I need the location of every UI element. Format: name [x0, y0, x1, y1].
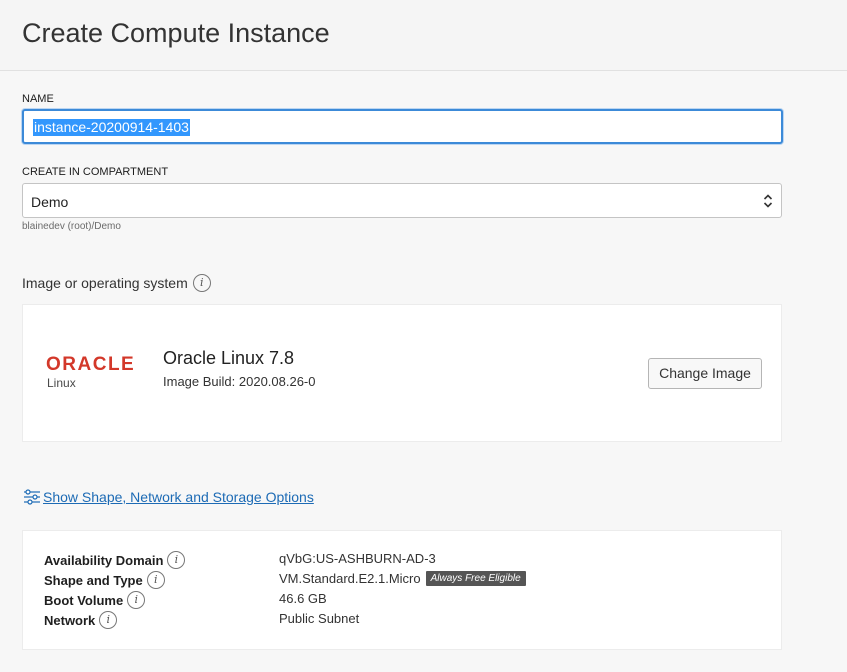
- show-options-label: Show Shape, Network and Storage Options: [43, 489, 314, 505]
- logo-brand: ORACLE: [46, 354, 136, 375]
- detail-label: Network: [44, 612, 96, 628]
- page-header: Create Compute Instance: [0, 0, 847, 71]
- detail-label: Boot Volume: [44, 592, 124, 608]
- detail-value: 46.6 GB: [279, 591, 327, 606]
- compartment-label: CREATE IN COMPARTMENT: [22, 166, 169, 178]
- detail-row: Network i: [44, 610, 118, 630]
- os-name: Oracle Linux 7.8: [163, 348, 295, 368]
- detail-value: Public Subnet: [279, 611, 359, 626]
- detail-label: Shape and Type: [44, 572, 143, 588]
- show-options-link[interactable]: Show Shape, Network and Storage Options: [23, 489, 314, 505]
- page-title: Create Compute Instance: [22, 18, 330, 48]
- detail-row: Availability Domain i: [44, 550, 186, 570]
- network-value: Public Subnet: [279, 611, 360, 626]
- logo-sub: Linux: [47, 376, 76, 390]
- boot-volume-value: 46.6 GB: [279, 591, 327, 606]
- shape-value: VM.Standard.E2.1.Micro: [279, 571, 421, 586]
- detail-value: qVbG:US-ASHBURN-AD-3: [279, 551, 436, 566]
- compartment-value: Demo: [31, 194, 69, 210]
- name-input-value: instance-20200914-1403: [33, 119, 190, 136]
- info-icon[interactable]: i: [146, 571, 165, 589]
- name-input[interactable]: instance-20200914-1403: [22, 109, 783, 144]
- compartment-select[interactable]: Demo: [22, 183, 782, 218]
- os-build: Image Build: 2020.08.26-0: [163, 374, 316, 389]
- info-icon[interactable]: i: [127, 591, 146, 609]
- detail-row: Shape and Type i: [44, 570, 165, 590]
- info-icon[interactable]: i: [192, 274, 211, 292]
- detail-row: Boot Volume i: [44, 590, 146, 610]
- image-section-heading: Image or operating system i: [22, 274, 211, 292]
- oracle-linux-logo: ORACLE Linux: [46, 355, 135, 391]
- info-icon[interactable]: i: [99, 611, 118, 629]
- sliders-icon: [24, 489, 40, 505]
- always-free-badge: Always Free Eligible: [425, 571, 526, 586]
- change-image-button[interactable]: Change Image: [648, 358, 762, 389]
- availability-domain-value: qVbG:US-ASHBURN-AD-3: [279, 551, 436, 566]
- instance-details-card: Availability Domain i qVbG:US-ASHBURN-AD…: [22, 530, 782, 650]
- image-section-label: Image or operating system: [22, 275, 188, 291]
- name-label: NAME: [22, 93, 54, 105]
- info-icon[interactable]: i: [167, 551, 186, 569]
- detail-label: Availability Domain: [44, 552, 164, 568]
- compartment-path-hint: blainedev (root)/Demo: [22, 221, 121, 232]
- image-card: ORACLE Linux Oracle Linux 7.8 Image Buil…: [22, 304, 782, 442]
- detail-value: VM.Standard.E2.1.Micro Always Free Eligi…: [279, 571, 526, 586]
- chevron-up-down-icon: [763, 194, 773, 208]
